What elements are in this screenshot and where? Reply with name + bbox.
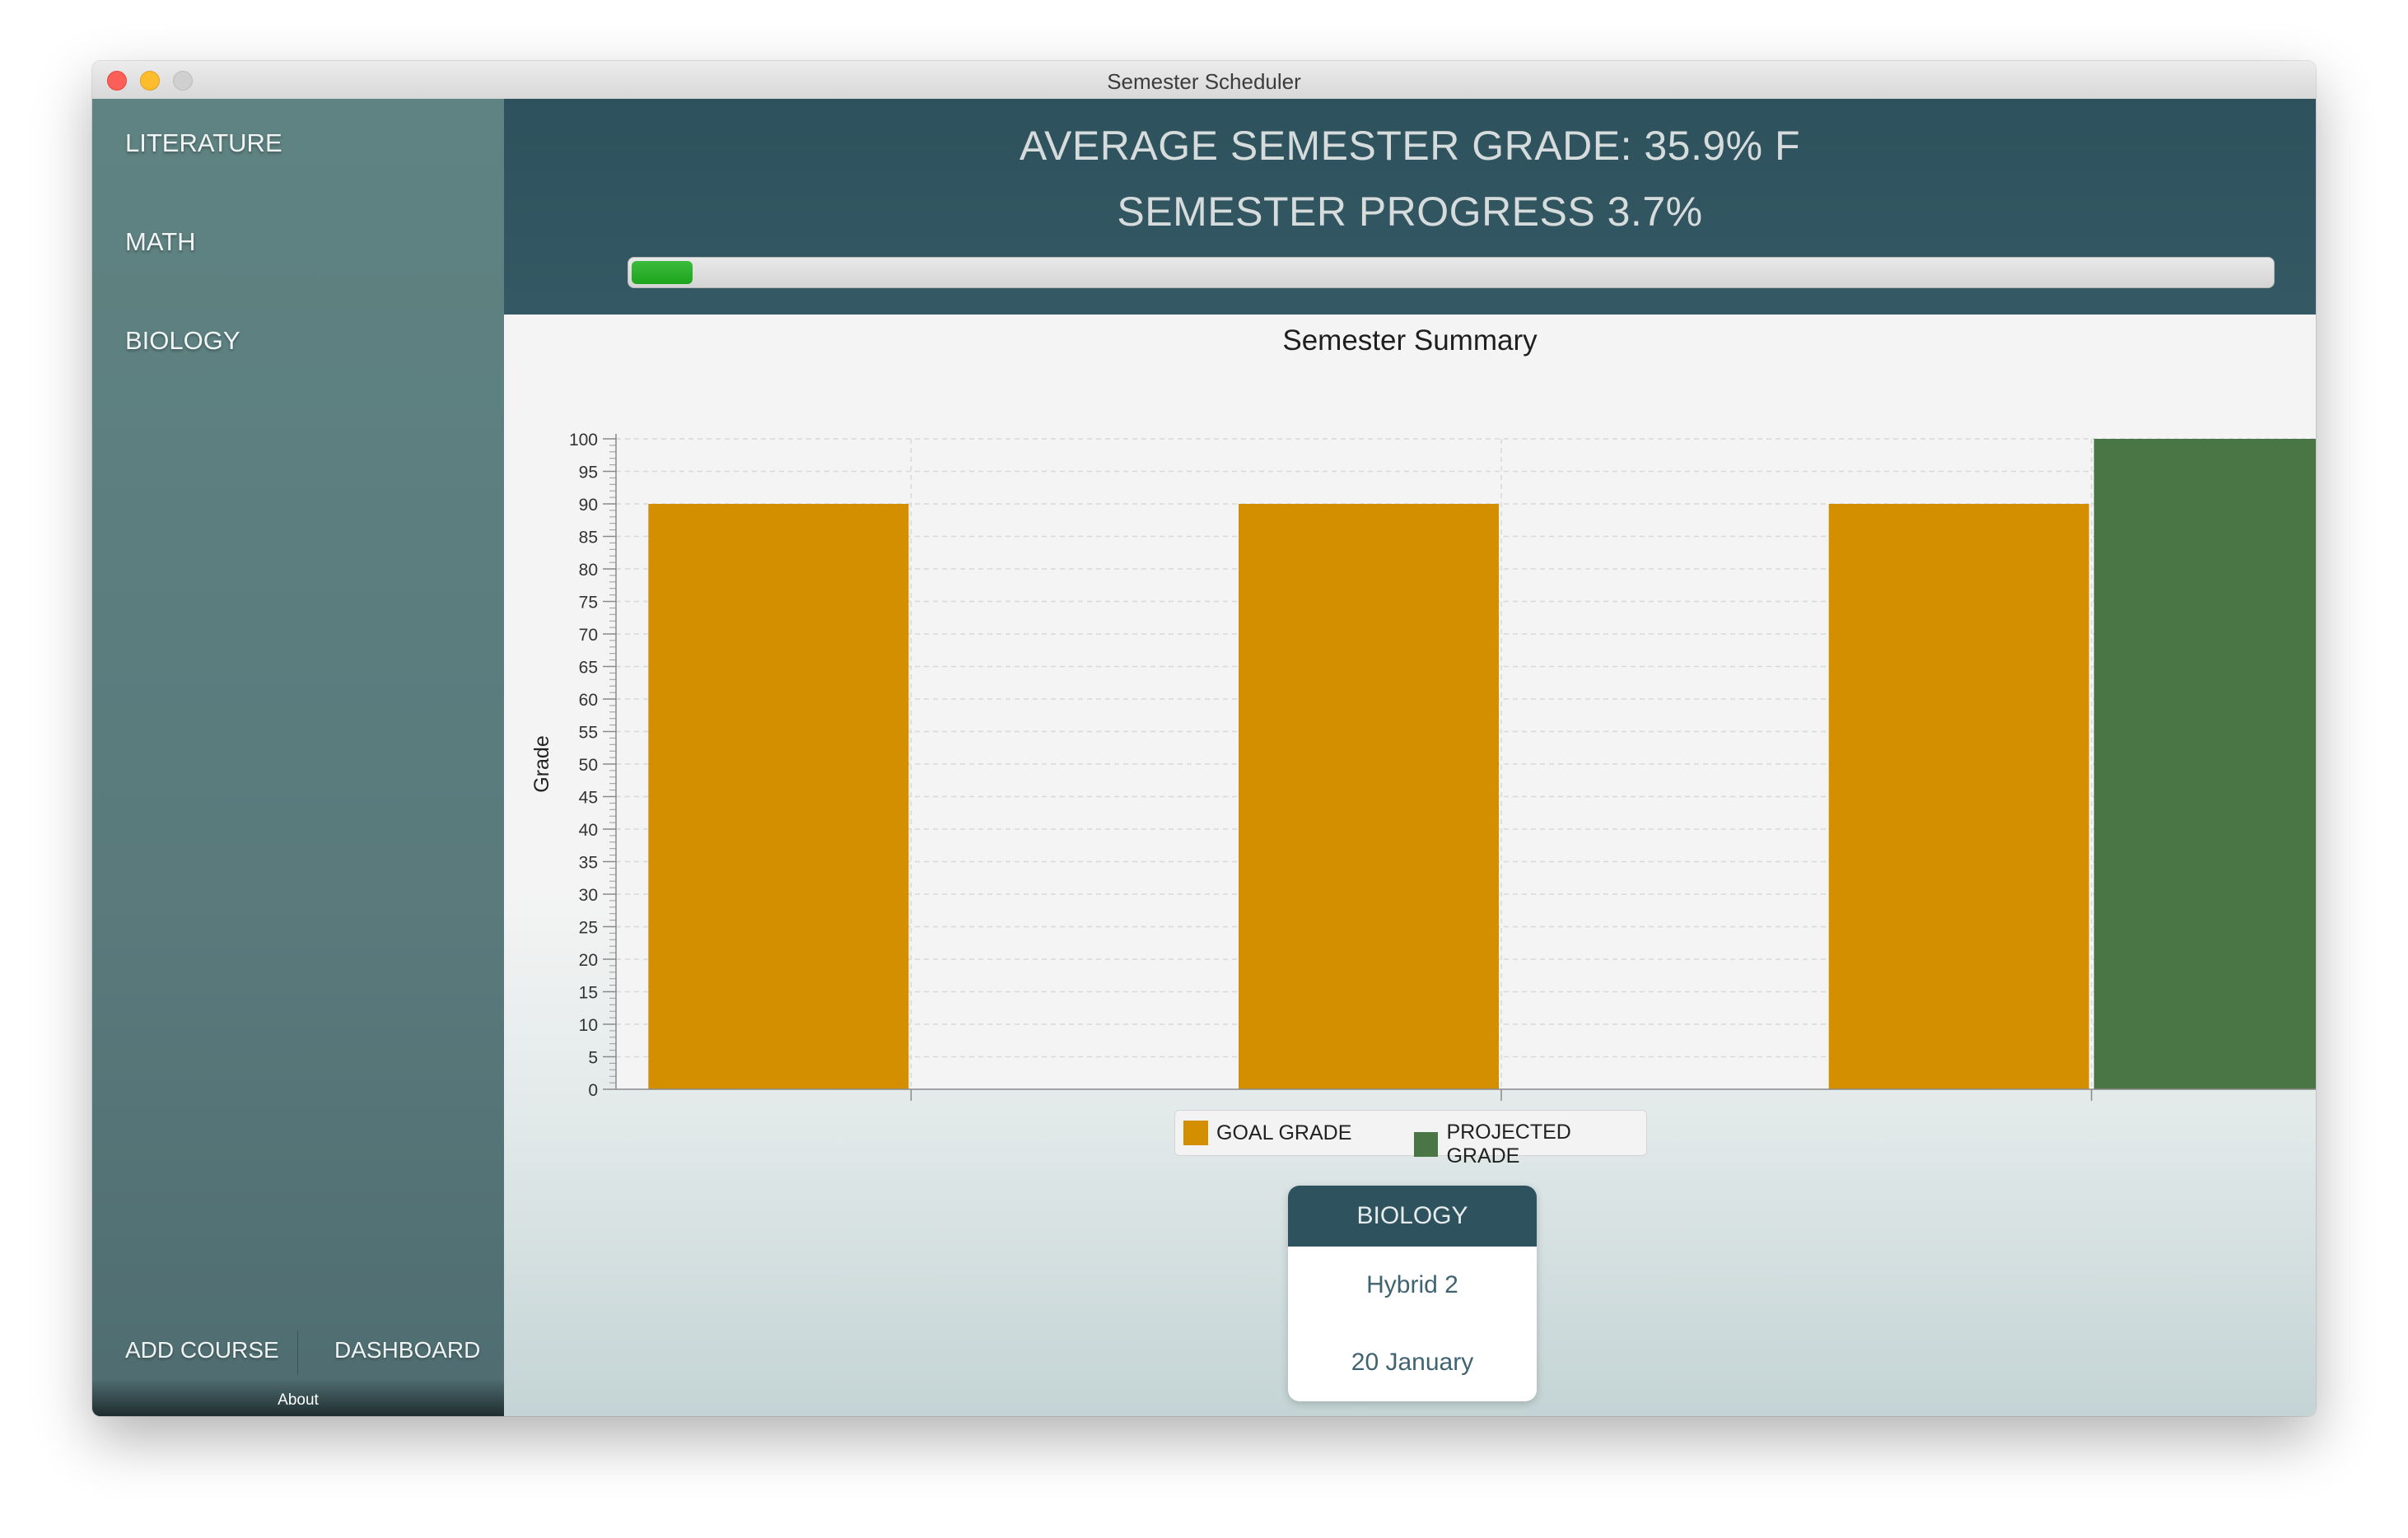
y-tick-label: 55 [579, 724, 598, 743]
course-card-type: Hybrid 2 [1366, 1271, 1458, 1298]
y-tick-label: 5 [588, 1049, 598, 1068]
bar-projected-grade-biology[interactable] [2093, 439, 2316, 1089]
y-tick-label: 35 [579, 854, 598, 873]
y-tick-label: 75 [579, 594, 598, 613]
sidebar-item-literature[interactable]: LITERATURE [125, 128, 282, 158]
y-tick-label: 20 [579, 951, 598, 970]
y-axis-title: Grade [530, 735, 553, 792]
sidebar-item-math[interactable]: MATH [125, 227, 196, 257]
main-content: Semester Summary 0 5 10 15 20 25 30 35 40 45 50 55 6… [504, 315, 2316, 1416]
y-tick-label: 95 [579, 464, 598, 482]
title-bar: Semester Scheduler [92, 61, 2316, 100]
y-tick-label: 90 [579, 496, 598, 515]
y-tick-label: 45 [579, 789, 598, 808]
y-tick-label: 30 [579, 886, 598, 905]
average-grade-text: AVERAGE SEMESTER GRADE: 35.9% F [1019, 123, 1801, 169]
footer-divider [297, 1331, 298, 1375]
bar-goal-grade-literature[interactable] [648, 504, 909, 1089]
bar-goal-grade-math[interactable] [1239, 504, 1499, 1089]
legend-item-goal-grade: GOAL GRADE [1183, 1121, 1351, 1145]
legend-swatch-projected-grade [1414, 1132, 1439, 1157]
about-link[interactable]: About [92, 1391, 504, 1410]
bar-goal-grade-biology[interactable] [1828, 504, 2089, 1089]
course-card-title: BIOLOGY [1288, 1186, 1537, 1247]
y-tick-label: 65 [579, 659, 598, 678]
sidebar-footer: ADD COURSE DASHBOARD About [92, 1317, 504, 1416]
y-tick-label: 60 [579, 691, 598, 710]
y-tick-label: 40 [579, 821, 598, 840]
y-tick-label: 85 [579, 529, 598, 548]
y-tick-label: 0 [588, 1081, 598, 1100]
y-tick-label: 80 [579, 561, 598, 580]
summary-header: AVERAGE SEMESTER GRADE: 35.9% F SEMESTER… [504, 99, 2316, 315]
legend-item-projected-grade: PROJECTED GRADE [1414, 1121, 1646, 1168]
sidebar: LITERATURE MATH BIOLOGY ADD COURSE DASHB… [92, 99, 504, 1416]
semester-summary-chart: 0 5 10 15 20 25 30 35 40 45 50 55 60 65 70 75 80 85 90 95 10… [530, 431, 2316, 1101]
semester-progress-text: SEMESTER PROGRESS 3.7% [1117, 189, 1703, 235]
y-tick-label: 70 [579, 626, 598, 645]
course-card-date: 20 January [1351, 1349, 1474, 1376]
dashboard-button[interactable]: DASHBOARD [334, 1337, 480, 1363]
legend-label-projected-grade: PROJECTED GRADE [1446, 1121, 1571, 1167]
app-window: Semester Scheduler LITERATURE MATH BIOLO… [92, 61, 2316, 1416]
y-tick-label: 10 [579, 1016, 598, 1035]
legend-swatch-goal-grade [1183, 1121, 1208, 1145]
add-course-button[interactable]: ADD COURSE [125, 1337, 279, 1363]
y-tick-label: 15 [579, 984, 598, 1003]
semester-progress-fill [632, 261, 693, 284]
window-title: Semester Scheduler [1107, 69, 1301, 94]
y-tick-label: 50 [579, 756, 598, 775]
semester-progress-bar [628, 257, 2275, 288]
y-tick-label: 100 [569, 431, 598, 450]
y-tick-label: 25 [579, 919, 598, 938]
legend-label-goal-grade: GOAL GRADE [1216, 1121, 1352, 1144]
sidebar-item-biology[interactable]: BIOLOGY [125, 326, 240, 356]
course-card[interactable]: BIOLOGY Hybrid 2 20 January [1288, 1186, 1537, 1401]
chart-legend: GOAL GRADE PROJECTED GRADE [1174, 1110, 1647, 1167]
